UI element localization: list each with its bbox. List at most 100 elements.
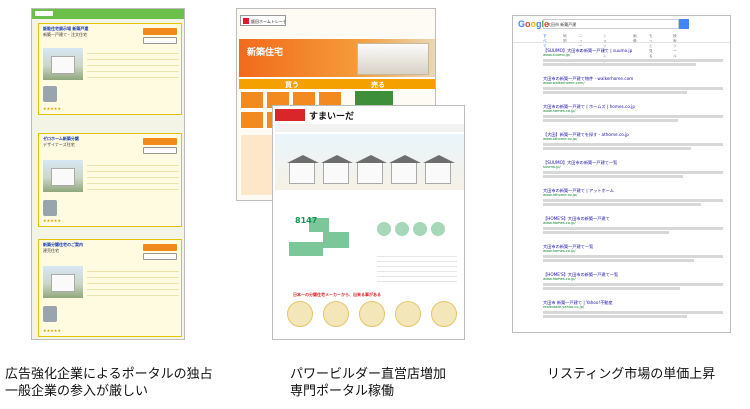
sumai-logo-mark bbox=[275, 109, 305, 121]
search-result[interactable]: 【SUUMO】大田市の新築一戸建て一覧 suumo.jp/ bbox=[543, 160, 723, 179]
listing-title: 新築分譲住宅のご案内 bbox=[43, 242, 83, 247]
menu-tile[interactable] bbox=[240, 91, 264, 109]
search-result[interactable]: 大田市の新築一戸建て | アットホーム www.athome.co.jp/ bbox=[543, 188, 723, 207]
buy-label: 買う bbox=[285, 81, 299, 89]
house-illustration bbox=[287, 155, 319, 184]
result-url: www.homes.co.jp/ bbox=[543, 277, 576, 282]
caption-right-line1: リスティング市場の単価上昇 bbox=[547, 367, 716, 382]
category-circle[interactable] bbox=[413, 222, 427, 236]
request-button[interactable] bbox=[143, 28, 177, 35]
result-snippet bbox=[543, 115, 723, 119]
result-url: www.suumo.jp/ bbox=[543, 53, 571, 58]
search-result[interactable]: 【HOME'S】大田市の新築一戸建て www.homes.co.jp/ bbox=[543, 216, 723, 235]
result-snippet bbox=[543, 227, 723, 231]
tab-divider bbox=[513, 42, 730, 43]
search-result[interactable]: 【HOME'S】大田市の新築一戸建て一覧 www.homes.co.jp/ bbox=[543, 272, 723, 291]
portal-logo bbox=[35, 11, 53, 16]
result-url: suumo.jp/ bbox=[543, 165, 561, 170]
map-region[interactable] bbox=[323, 232, 349, 248]
house-illustration bbox=[423, 155, 455, 184]
request-button[interactable] bbox=[143, 138, 177, 145]
sell-label: 売る bbox=[371, 81, 385, 89]
result-snippet bbox=[543, 171, 723, 175]
favorite-button[interactable] bbox=[143, 37, 177, 44]
feature-circle[interactable] bbox=[359, 301, 385, 327]
result-snippet bbox=[543, 87, 723, 91]
favorite-button[interactable] bbox=[143, 147, 177, 154]
result-snippet bbox=[543, 315, 687, 319]
result-url: www.homes.co.jp/ bbox=[543, 109, 576, 114]
feature-circle[interactable] bbox=[431, 301, 457, 327]
search-result[interactable]: 大田市の新築一戸建て物件 - walkerhome.com www.walker… bbox=[543, 76, 723, 95]
footer-message: 日本一の分譲住宅メーカーから、出来る事がある bbox=[293, 292, 381, 297]
listing-table bbox=[87, 48, 179, 78]
result-snippet bbox=[543, 119, 678, 123]
caption-left-line2: 一般企業の参入が厳しい bbox=[5, 384, 149, 399]
result-url: realestate.yahoo.co.jp/ bbox=[543, 305, 585, 310]
result-url: www.walkerhome.com/ bbox=[543, 81, 585, 86]
house-photo bbox=[43, 160, 83, 192]
house-photo bbox=[43, 266, 83, 298]
listing-count: 8147 bbox=[295, 216, 318, 225]
sumai-portal-screenshot: すまいーだ 8147 日本一の分譲住宅メーカーから、出来る事がある bbox=[272, 105, 465, 340]
category-circle[interactable] bbox=[431, 222, 445, 236]
listing-subtitle: 建売住宅 bbox=[43, 248, 59, 253]
caption-center: パワービルダー直営店増加 専門ポータル稼働 bbox=[290, 366, 446, 400]
japan-map[interactable] bbox=[279, 198, 369, 268]
portal-header bbox=[32, 9, 184, 19]
result-snippet bbox=[543, 287, 680, 291]
search-result[interactable]: 大田市の新築一戸建て一覧 www.homes.co.jp/ bbox=[543, 244, 723, 263]
search-result[interactable]: 大田市 新築一戸建て | Yahoo!不動産 realestate.yahoo.… bbox=[543, 300, 723, 319]
result-snippet bbox=[543, 147, 691, 151]
search-result[interactable]: 【大田】新築一戸建てを探す - athome.co.jp www.athome.… bbox=[543, 132, 723, 151]
map-region[interactable] bbox=[289, 242, 323, 256]
result-snippet bbox=[543, 311, 723, 315]
listing-card[interactable]: 新築分譲住宅のご案内 建売住宅 ★★★★★ bbox=[38, 239, 182, 337]
buy-sell-band: 買う 売る bbox=[239, 79, 435, 89]
search-result[interactable]: 大田市の新築一戸建て | ホームズ | homes.co.jp www.home… bbox=[543, 104, 723, 123]
result-url: www.athome.co.jp/ bbox=[543, 193, 578, 198]
listing-card[interactable]: ゼロホーム新築分譲 デザイナーズ住宅 ★★★★★ bbox=[38, 133, 182, 227]
caption-right: リスティング市場の単価上昇 bbox=[547, 366, 715, 383]
house-illustration bbox=[321, 155, 353, 184]
feature-circle[interactable] bbox=[323, 301, 349, 327]
house-illustration bbox=[355, 155, 387, 184]
search-button[interactable] bbox=[679, 19, 689, 29]
house-illustration bbox=[389, 155, 421, 184]
result-url: www.homes.co.jp/ bbox=[543, 249, 576, 254]
google-serp-screenshot: Google 大田市 新築戸建 すべて 地図 ニュース ショッピング 画像 もっ… bbox=[512, 15, 731, 333]
search-query: 大田市 新築戸建 bbox=[547, 22, 577, 27]
caption-left-line1: 広告強化企業によるポータルの独占 bbox=[5, 367, 213, 382]
listing-title: ゼロホーム新築分譲 bbox=[43, 136, 79, 141]
listing-table bbox=[87, 266, 179, 296]
rating-stars: ★★★★★ bbox=[43, 106, 61, 111]
house-photo bbox=[43, 48, 83, 80]
result-url: www.homes.co.jp/ bbox=[543, 221, 576, 226]
sumai-nav-bar[interactable] bbox=[275, 124, 464, 132]
result-snippet bbox=[543, 59, 723, 63]
search-input[interactable]: 大田市 新築戸建 bbox=[543, 19, 679, 29]
menu-tile[interactable] bbox=[240, 111, 264, 129]
category-circle[interactable] bbox=[395, 222, 409, 236]
favorite-button[interactable] bbox=[143, 253, 177, 260]
rating-stars: ★★★★★ bbox=[43, 218, 61, 223]
rating-stars: ★★★★★ bbox=[43, 328, 61, 333]
category-circle[interactable] bbox=[377, 222, 391, 236]
result-snippet bbox=[543, 255, 723, 259]
request-button[interactable] bbox=[143, 244, 177, 251]
caption-center-line1: パワービルダー直営店増加 bbox=[290, 367, 447, 382]
feature-circle[interactable] bbox=[287, 301, 313, 327]
result-snippet bbox=[543, 199, 723, 203]
search-result[interactable]: 【SUUMO】大田市の新築一戸建て | suumo.jp www.suumo.j… bbox=[543, 48, 723, 67]
feature-circle[interactable] bbox=[395, 301, 421, 327]
caption-left: 広告強化企業によるポータルの独占 一般企業の参入が厳しい bbox=[5, 366, 213, 400]
builder-hero-banner: 新築住宅 bbox=[239, 39, 435, 77]
sumai-hero bbox=[275, 134, 464, 190]
listing-card[interactable]: 飯能住宅展示場 新築戸建 新築一戸建て・注文住宅 ★★★★★ bbox=[38, 23, 182, 115]
sumai-site-name: すまいーだ bbox=[309, 112, 355, 122]
portal-screenshot: 飯能住宅展示場 新築戸建 新築一戸建て・注文住宅 ★★★★★ ゼロホーム新築分譲… bbox=[31, 8, 185, 340]
listing-subtitle: デザイナーズ住宅 bbox=[43, 142, 75, 147]
builder-logo-text: 飯田ホームトレーセンター bbox=[251, 19, 285, 24]
result-snippet bbox=[543, 91, 687, 95]
news-list bbox=[377, 252, 457, 282]
